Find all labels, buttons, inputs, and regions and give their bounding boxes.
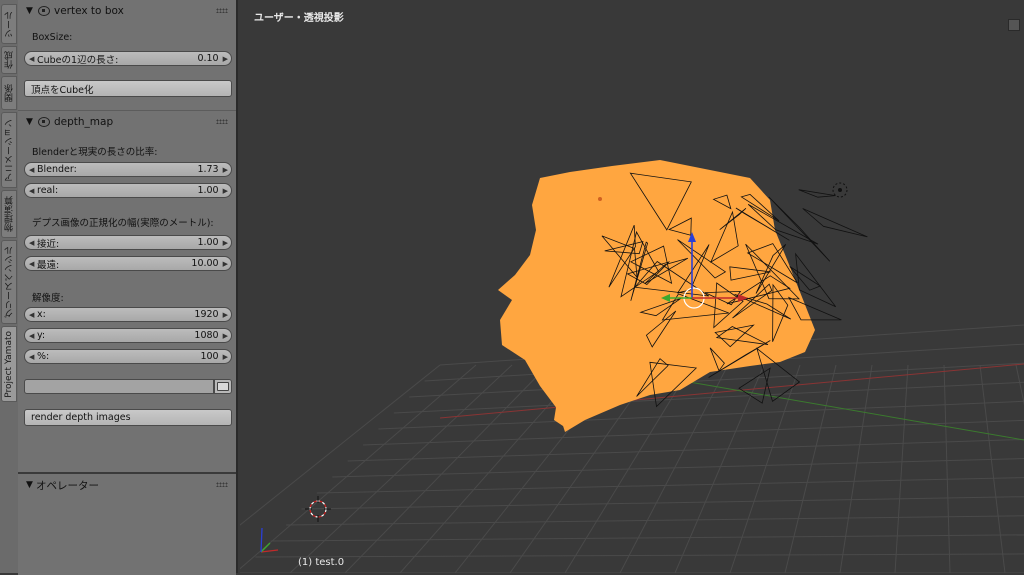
- depth-map-header[interactable]: ▼ depth_map: [18, 111, 236, 133]
- lamp-center-icon: [838, 188, 842, 192]
- collapse-triangle-icon[interactable]: ▼: [26, 117, 36, 127]
- tab-tools[interactable]: ツール: [1, 4, 17, 44]
- decrement-arrow-icon[interactable]: ◀: [29, 187, 37, 195]
- viewport-corner-widget[interactable]: [1008, 19, 1020, 31]
- increment-arrow-icon[interactable]: ▶: [223, 311, 228, 319]
- drag-grip-icon[interactable]: [216, 482, 228, 487]
- tab-grease-pencil[interactable]: グリースペンシル: [1, 240, 17, 324]
- operator-header[interactable]: ▼ オペレーター: [18, 474, 236, 496]
- collapse-triangle-icon[interactable]: ▼: [26, 6, 36, 16]
- increment-arrow-icon[interactable]: ▶: [223, 55, 228, 63]
- decrement-arrow-icon[interactable]: ◀: [29, 166, 37, 174]
- increment-arrow-icon[interactable]: ▶: [223, 332, 228, 340]
- tab-animation[interactable]: アニメーション: [1, 112, 17, 188]
- increment-arrow-icon[interactable]: ▶: [223, 187, 228, 195]
- viewport-title: ユーザー・透視投影: [254, 13, 344, 24]
- tab-physics[interactable]: 物理演算: [1, 190, 17, 238]
- tab-strip: ツール 作成 関係 アニメーション 物理演算 グリースペンシル Project …: [0, 0, 19, 573]
- increment-arrow-icon[interactable]: ▶: [223, 260, 228, 268]
- convert-to-cube-button[interactable]: 頂点をCube化: [24, 80, 232, 97]
- plugin-icon: [38, 117, 50, 127]
- tab-project-yamato[interactable]: Project Yamato: [1, 326, 17, 402]
- render-depth-images-button[interactable]: render depth images: [24, 409, 232, 426]
- cube-side-field[interactable]: ◀ Cubeの1辺の長さ: 0.10 ▶: [24, 51, 232, 66]
- increment-arrow-icon[interactable]: ▶: [223, 166, 228, 174]
- real-ratio-field[interactable]: ◀ real: 1.00 ▶: [24, 183, 232, 198]
- near-field[interactable]: ◀ 接近: 1.00 ▶: [24, 235, 232, 250]
- boxsize-label: BoxSize:: [32, 32, 73, 43]
- origin-marker-icon: [598, 197, 602, 201]
- decrement-arrow-icon[interactable]: ◀: [29, 239, 37, 247]
- decrement-arrow-icon[interactable]: ◀: [29, 332, 37, 340]
- active-object-label: (1) test.0: [298, 557, 345, 568]
- resolution-percent-field[interactable]: ◀ %: 100 ▶: [24, 349, 232, 364]
- resolution-y-field[interactable]: ◀ y: 1080 ▶: [24, 328, 232, 343]
- drag-grip-icon[interactable]: [216, 119, 228, 124]
- decrement-arrow-icon[interactable]: ◀: [29, 353, 37, 361]
- section-title: depth_map: [54, 116, 114, 128]
- decrement-arrow-icon[interactable]: ◀: [29, 55, 37, 63]
- tool-panel: ▼ vertex to box BoxSize: ◀ Cubeの1辺の長さ: 0…: [18, 0, 238, 575]
- folder-browse-button[interactable]: [214, 379, 232, 394]
- increment-arrow-icon[interactable]: ▶: [223, 239, 228, 247]
- resolution-x-field[interactable]: ◀ x: 1920 ▶: [24, 307, 232, 322]
- operator-panel: ▼ オペレーター: [18, 472, 236, 575]
- blender-ratio-field[interactable]: ◀ Blender: 1.73 ▶: [24, 162, 232, 177]
- collapse-triangle-icon[interactable]: ▼: [26, 480, 36, 490]
- viewport-canvas[interactable]: [240, 0, 1024, 573]
- plugin-icon: [38, 6, 50, 16]
- 3d-viewport[interactable]: ユーザー・透視投影 (1) test.0: [240, 0, 1024, 573]
- increment-arrow-icon[interactable]: ▶: [223, 353, 228, 361]
- tab-relations[interactable]: 関係: [1, 76, 17, 110]
- tab-create[interactable]: 作成: [1, 46, 17, 74]
- normalize-label: デプス画像の正規化の幅(実際のメートル):: [32, 218, 214, 229]
- resolution-label: 解像度:: [32, 293, 64, 304]
- ratio-label: Blenderと現実の長さの比率:: [32, 147, 158, 158]
- x-axis-line: [439, 363, 1024, 419]
- section-title: vertex to box: [54, 5, 124, 17]
- decrement-arrow-icon[interactable]: ◀: [29, 260, 37, 268]
- far-field[interactable]: ◀ 最遠: 10.00 ▶: [24, 256, 232, 271]
- output-path-input[interactable]: [24, 379, 214, 394]
- folder-icon: [217, 382, 229, 391]
- drag-grip-icon[interactable]: [216, 8, 228, 13]
- decrement-arrow-icon[interactable]: ◀: [29, 311, 37, 319]
- section-title: オペレーター: [36, 479, 99, 492]
- vertex-to-box-header[interactable]: ▼ vertex to box: [18, 0, 236, 22]
